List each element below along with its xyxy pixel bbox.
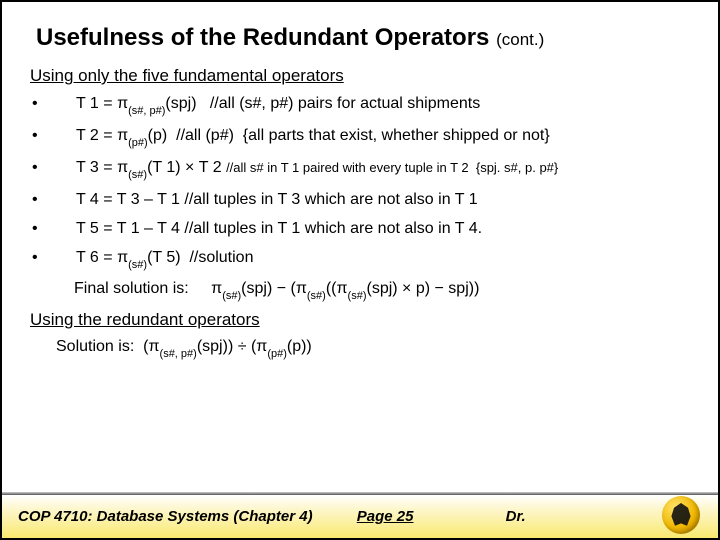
bullet-icon: • — [32, 94, 76, 114]
footer-text: COP 4710: Database Systems (Chapter 4) P… — [18, 508, 536, 525]
step-text: T 1 = π(s#, p#)(spj) //all (s#, p#) pair… — [76, 94, 698, 117]
step-text: T 2 = π(p#)(p) //all (p#) {all parts tha… — [76, 126, 698, 149]
list-item: • T 6 = π(s#)(T 5) //solution — [32, 248, 698, 271]
final-label: Final solution is: — [74, 280, 189, 298]
step-text: T 5 = T 1 – T 4 //all tuples in T 1 whic… — [76, 219, 698, 239]
title-main: Usefulness of the Redundant Operators — [36, 24, 489, 51]
section-heading-2: Using the redundant operators — [30, 310, 698, 330]
list-item: • T 3 = π(s#)(T 1) × T 2 //all s# in T 1… — [32, 158, 698, 181]
footer-page: Page 25 — [357, 508, 414, 525]
bullet-icon: • — [32, 126, 76, 146]
footer-bar: COP 4710: Database Systems (Chapter 4) P… — [2, 492, 718, 538]
step-text: T 6 = π(s#)(T 5) //solution — [76, 248, 698, 271]
bullet-icon: • — [32, 248, 76, 268]
step-text: T 3 = π(s#)(T 1) × T 2 //all s# in T 1 p… — [76, 158, 698, 181]
final-solution-line: Final solution is: π(s#)(spj) − (π(s#)((… — [74, 280, 698, 300]
content-area: Usefulness of the Redundant Operators (c… — [2, 2, 718, 358]
list-item: • T 4 = T 3 – T 1 //all tuples in T 3 wh… — [32, 190, 698, 210]
list-item: • T 5 = T 1 – T 4 //all tuples in T 1 wh… — [32, 219, 698, 239]
step-text: T 4 = T 3 – T 1 //all tuples in T 3 whic… — [76, 190, 698, 210]
list-item: • T 2 = π(p#)(p) //all (p#) {all parts t… — [32, 126, 698, 149]
slide-title: Usefulness of the Redundant Operators (c… — [36, 24, 698, 52]
footer-course: COP 4710: Database Systems (Chapter 4) — [18, 508, 313, 525]
title-cont: (cont.) — [496, 30, 544, 49]
bullet-icon: • — [32, 190, 76, 210]
slide: Usefulness of the Redundant Operators (c… — [0, 0, 720, 540]
ucf-logo-icon — [662, 496, 700, 534]
bullet-icon: • — [32, 158, 76, 178]
redundant-solution: Solution is: (π(s#, p#)(spj)) ÷ (π(p#)(p… — [56, 338, 698, 358]
footer-author: Dr. — [506, 508, 526, 525]
section-heading-1: Using only the five fundamental operator… — [30, 66, 698, 86]
bullet-icon: • — [32, 219, 76, 239]
list-item: • T 1 = π(s#, p#)(spj) //all (s#, p#) pa… — [32, 94, 698, 117]
final-expr: π(s#)(spj) − (π(s#)((π(s#)(spj) × p) − s… — [211, 280, 479, 297]
steps-list: • T 1 = π(s#, p#)(spj) //all (s#, p#) pa… — [32, 94, 698, 271]
